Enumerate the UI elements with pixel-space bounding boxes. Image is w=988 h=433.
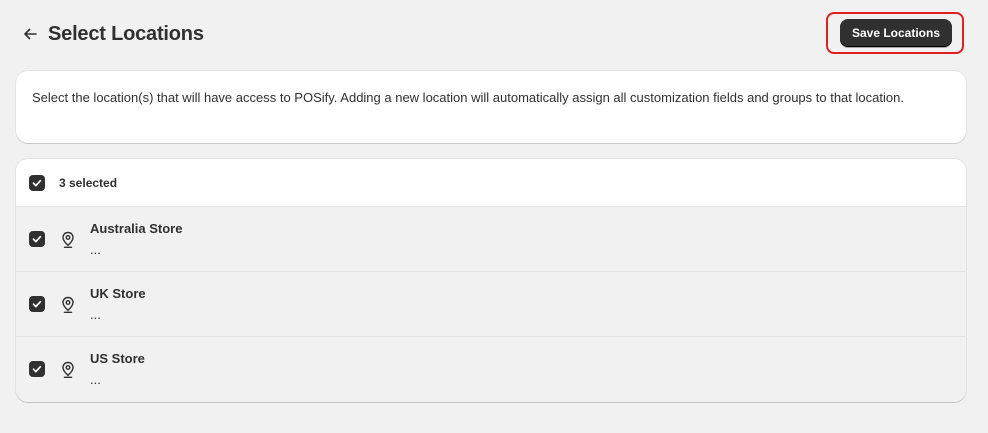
location-name: UK Store [90,286,146,301]
location-name: US Store [90,351,145,366]
checkmark-icon [32,300,42,308]
checkmark-icon [32,235,42,243]
location-row-us[interactable]: US Store ... [16,337,966,402]
location-row-uk[interactable]: UK Store ... [16,272,966,337]
checkmark-icon [32,179,42,186]
save-locations-button[interactable]: Save Locations [839,19,952,47]
location-detail: ... [90,307,101,322]
location-checkbox[interactable] [29,231,45,247]
location-detail: ... [90,372,101,387]
page: Select Locations Save Locations Select t… [0,0,988,433]
location-pin-icon [62,296,74,313]
location-name: Australia Store [90,221,183,236]
checkmark-icon [32,365,42,373]
locations-list: 3 selected Australia Store ... UK Store … [16,159,966,402]
location-pin-icon [62,361,74,378]
location-pin-icon [62,231,74,248]
description-card: Select the location(s) that will have ac… [16,71,966,143]
selected-count: 3 selected [59,175,118,190]
location-row-australia[interactable]: Australia Store ... [16,207,966,272]
back-button[interactable] [16,20,44,48]
locations-list-header: 3 selected [16,159,966,207]
arrow-left-icon [24,28,37,40]
select-all-checkbox[interactable] [29,174,45,191]
page-header: Select Locations Save Locations [16,12,972,54]
location-checkbox[interactable] [29,361,45,377]
description-text: Select the location(s) that will have ac… [32,90,904,105]
save-button-highlight: Save Locations [825,12,964,54]
location-checkbox[interactable] [29,296,45,312]
page-title: Select Locations [48,22,204,45]
location-detail: ... [90,242,101,257]
